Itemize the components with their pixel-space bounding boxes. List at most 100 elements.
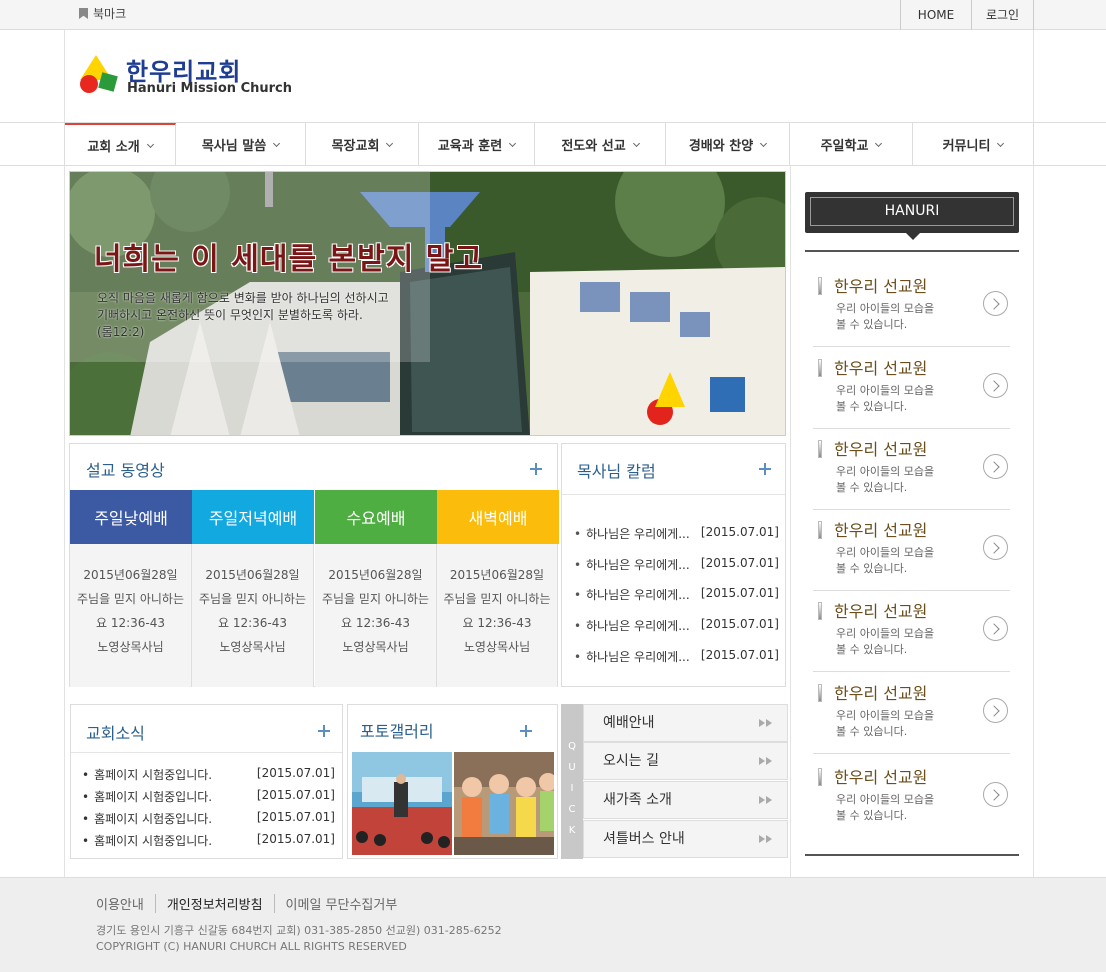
quick-link-directions[interactable]: 오시는 길 [583, 742, 788, 780]
sermon-card[interactable]: 2015년06월28일 주님을 믿지 아니하는 요 12:36-43 노영상목사… [192, 544, 314, 687]
item-title: 홈페이지 시험중입니다. [82, 788, 212, 805]
sidebar-item-desc: 우리 아이들의 모습을 볼 수 있습니다. [836, 792, 966, 824]
top-bar: 북마크 HOME 로그인 [0, 0, 1106, 30]
bookmark-link[interactable]: 북마크 [79, 5, 126, 22]
bullet-bar-icon [818, 602, 822, 620]
quick-link-shuttle-bus[interactable]: 셔틀버스 안내 [583, 820, 788, 858]
sermon-date: 2015년06월28일 [328, 568, 423, 582]
sidebar-item-desc: 우리 아이들의 모습을 볼 수 있습니다. [836, 464, 966, 496]
more-plus-icon[interactable] [520, 725, 532, 737]
list-item[interactable]: 홈페이지 시험중입니다. [2015.07.01] [82, 832, 335, 849]
email-refusal-link[interactable]: 이메일 무단수집거부 [273, 894, 409, 913]
nav-item-cell-church[interactable]: 목장교회 [306, 123, 419, 166]
chevron-right-icon[interactable] [983, 373, 1008, 398]
more-plus-icon[interactable] [530, 463, 542, 475]
photo-gallery-panel: 포토갤러리 [347, 704, 558, 859]
sidebar-item-heading: 한우리 선교원 [834, 602, 928, 621]
gallery-photo-2[interactable] [454, 752, 554, 855]
tab-dawn[interactable]: 새벽예배 [437, 490, 559, 544]
nav-item-education[interactable]: 교육과 훈련 [419, 123, 535, 166]
banner-verse-line: 기뻐하시고 온전하신 뜻이 무엇인지 분별하도록 하라. [97, 308, 363, 322]
sidebar-item-kindergarten[interactable]: 한우리 선교원 우리 아이들의 모습을 볼 수 있습니다. [813, 429, 1010, 510]
tab-sunday-morning[interactable]: 주일낮예배 [70, 490, 192, 544]
desc-line: 볼 수 있습니다. [836, 725, 908, 738]
sidebar-item-heading: 한우리 선교원 [834, 359, 928, 378]
chevron-right-icon[interactable] [983, 782, 1008, 807]
quick-link-new-family[interactable]: 새가족 소개 [583, 781, 788, 819]
hanuri-sidebar: HANURI 한우리 선교원 우리 아이들의 모습을 볼 수 있습니다. 한우리 선… [805, 192, 1019, 856]
home-link[interactable]: HOME [900, 0, 971, 30]
more-plus-icon[interactable] [318, 725, 330, 737]
right-border [1033, 166, 1034, 877]
footer-links: 이용안내 개인정보처리방침 이메일 무단수집거부 [96, 894, 408, 913]
desc-line: 볼 수 있습니다. [836, 562, 908, 575]
sermon-ref: 요 12:36-43 [462, 616, 532, 630]
login-link[interactable]: 로그인 [971, 0, 1034, 30]
list-item[interactable]: 하나님은 우리에게... [2015.07.01] [574, 556, 779, 573]
tab-wednesday[interactable]: 수요예배 [315, 490, 437, 544]
chevron-down-icon [632, 139, 640, 147]
quick-link-label: 예배안내 [603, 715, 655, 731]
sidebar-item-kindergarten[interactable]: 한우리 선교원우리 아이들의 모습을 볼 수 있습니다. [813, 673, 1010, 754]
list-item[interactable]: 하나님은 우리에게... [2015.07.01] [574, 525, 779, 542]
gallery-photo-1[interactable] [352, 752, 452, 855]
tab-sunday-evening[interactable]: 주일저녁예배 [192, 490, 314, 544]
privacy-policy-link[interactable]: 개인정보처리방침 [154, 894, 274, 913]
nav-item-mission[interactable]: 전도와 선교 [535, 123, 666, 166]
nav-label: 주일학교 [820, 139, 869, 154]
list-item[interactable]: 홈페이지 시험중입니다. [2015.07.01] [82, 810, 335, 827]
item-title: 하나님은 우리에게... [574, 556, 690, 573]
nav-item-worship[interactable]: 경배와 찬양 [666, 123, 790, 166]
sermon-card[interactable]: 2015년06월28일 주님을 믿지 아니하는 요 12:36-43 노영상목사… [70, 544, 192, 687]
bullet-bar-icon [818, 440, 822, 458]
quick-link-label: 새가족 소개 [603, 792, 672, 808]
list-item[interactable]: 하나님은 우리에게... [2015.07.01] [574, 586, 779, 603]
sidebar-item-heading: 한우리 선교원 [834, 277, 928, 296]
sermon-card[interactable]: 2015년06월28일 주님을 믿지 아니하는 요 12:36-43 노영상목사… [437, 544, 557, 687]
nav-label: 커뮤니티 [942, 139, 991, 154]
divider [562, 494, 785, 495]
list-item[interactable]: 하나님은 우리에게... [2015.07.01] [574, 648, 779, 665]
chevron-right-icon[interactable] [983, 291, 1008, 316]
more-plus-icon[interactable] [759, 463, 771, 475]
sermon-card[interactable]: 2015년06월28일 주님을 믿지 아니하는 요 12:36-43 노영상목사… [315, 544, 437, 687]
sidebar-item-desc: 우리 아이들의 모습을 볼 수 있습니다. [836, 301, 966, 333]
sidebar-item-kindergarten[interactable]: 한우리 선교원 우리 아이들의 모습을 볼 수 있습니다. [813, 591, 1010, 672]
chevron-right-icon[interactable] [983, 535, 1008, 560]
item-title: 홈페이지 시험중입니다. [82, 810, 212, 827]
item-date: [2015.07.01] [256, 788, 335, 802]
item-date: [2015.07.01] [700, 556, 779, 570]
list-item[interactable]: 홈페이지 시험중입니다. [2015.07.01] [82, 788, 335, 805]
sidebar-item-kindergarten[interactable]: 한우리 선교원 우리 아이들의 모습을 볼 수 있습니다. [813, 348, 1010, 429]
terms-link[interactable]: 이용안내 [96, 894, 155, 913]
divider [71, 752, 342, 753]
sidebar-item-kindergarten[interactable]: 한우리 선교원우리 아이들의 모습을 볼 수 있습니다. [813, 266, 1010, 347]
nav-item-sunday-school[interactable]: 주일학교 [790, 123, 913, 166]
chevron-right-icon[interactable] [983, 616, 1008, 641]
nav-label: 목사님 말씀 [201, 139, 267, 154]
footer-address: 경기도 용인시 기흥구 신갈동 684번지 교회) 031-385-2850 선… [96, 923, 502, 955]
nav-item-community[interactable]: 커뮤니티 [913, 123, 1033, 166]
quick-link-label: 오시는 길 [603, 753, 659, 769]
sermon-preacher: 노영상목사님 [463, 640, 531, 654]
nav-item-about[interactable]: 교회 소개 [65, 123, 176, 166]
sidebar-item-desc: 우리 아이들의 모습을 볼 수 있습니다. [836, 708, 966, 740]
sidebar-item-kindergarten[interactable]: 한우리 선교원우리 아이들의 모습을 볼 수 있습니다. [813, 757, 1010, 838]
panel-title: 포토갤러리 [360, 722, 434, 741]
quick-link-worship-info[interactable]: 예배안내 [583, 704, 788, 742]
chevron-down-icon [273, 139, 281, 147]
sidebar-item-kindergarten[interactable]: 한우리 선교원 우리 아이들의 모습을 볼 수 있습니다. [813, 510, 1010, 591]
nav-label: 경배와 찬양 [688, 139, 754, 154]
bullet-bar-icon [818, 521, 822, 539]
panel-title: 교회소식 [86, 724, 145, 743]
list-item[interactable]: 홈페이지 시험중입니다. [2015.07.01] [82, 766, 335, 783]
sermon-title: 주님을 믿지 아니하는 [443, 592, 551, 606]
list-item[interactable]: 하나님은 우리에게... [2015.07.01] [574, 617, 779, 634]
chevron-right-icon[interactable] [983, 454, 1008, 479]
nav-item-sermons[interactable]: 목사님 말씀 [176, 123, 306, 166]
sidebar-item-heading: 한우리 선교원 [834, 768, 928, 787]
banner-verse: 오직 마음을 새롭게 함으로 변화를 받아 하나님의 선하시고 기뻐하시고 온전… [97, 290, 407, 341]
quick-letter: K [568, 825, 576, 836]
sidebar-item-heading: 한우리 선교원 [834, 684, 928, 703]
chevron-right-icon[interactable] [983, 698, 1008, 723]
